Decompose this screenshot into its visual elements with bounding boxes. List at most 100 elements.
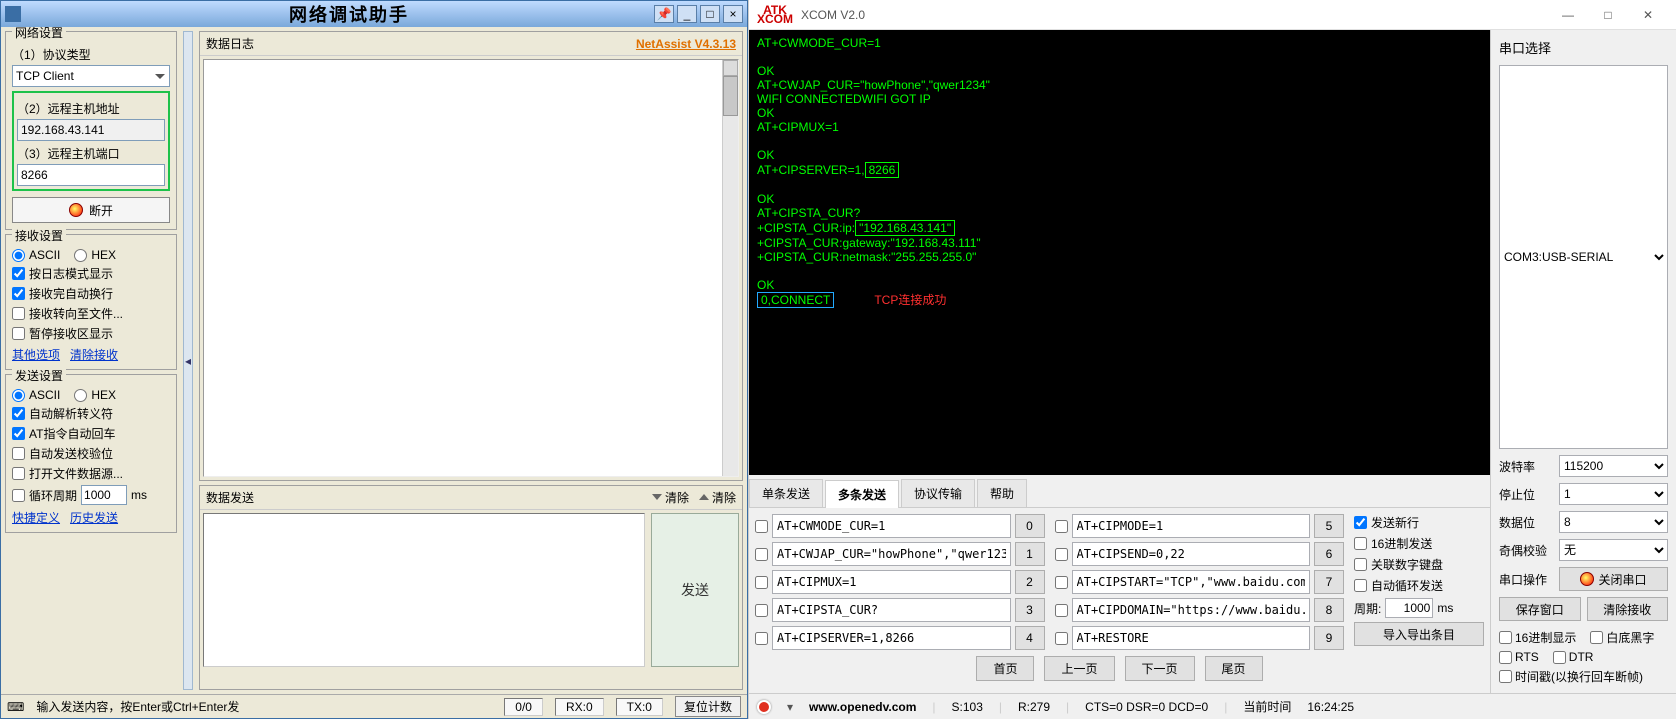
autocycle-checkbox[interactable] [1354,579,1367,592]
scroll-thumb[interactable] [723,76,738,116]
multi-row-checkbox[interactable] [755,576,768,589]
log-mode-checkbox[interactable] [12,267,25,280]
timestamp-checkbox[interactable] [1499,670,1512,683]
multi-row-input[interactable] [1072,570,1311,594]
multi-row-input[interactable] [772,570,1011,594]
nav-next-button[interactable]: 下一页 [1125,656,1195,681]
multi-row-checkbox[interactable] [1055,576,1068,589]
multi-row-send-button[interactable]: 6 [1314,542,1344,566]
remote-port-input[interactable] [17,164,165,186]
disconnect-button[interactable]: 断开 [12,197,170,223]
multi-row-checkbox[interactable] [1055,548,1068,561]
multi-row-send-button[interactable]: 8 [1314,598,1344,622]
multi-row-input[interactable] [1072,542,1311,566]
clear-down-button[interactable]: 清除 [652,489,689,506]
parity-select[interactable]: 无 [1559,539,1668,561]
minimize-button[interactable]: _ [677,5,697,23]
minimize-button[interactable]: — [1548,2,1588,28]
multi-row-send-button[interactable]: 7 [1314,570,1344,594]
auto-wrap-checkbox[interactable] [12,287,25,300]
reset-count-button[interactable]: 复位计数 [675,696,741,717]
tab-help[interactable]: 帮助 [977,479,1027,507]
shortcut-link[interactable]: 快捷定义 [12,509,60,526]
multi-row-send-button[interactable]: 0 [1015,514,1045,538]
multi-row-input[interactable] [772,542,1011,566]
multi-row-input[interactable] [1072,598,1311,622]
multi-row-input[interactable] [1072,626,1311,650]
multi-row-checkbox[interactable] [1055,520,1068,533]
pause-recv-checkbox[interactable] [12,327,25,340]
multi-row-checkbox[interactable] [755,548,768,561]
recv-ascii-radio[interactable] [12,249,25,262]
open-file-checkbox[interactable] [12,467,25,480]
white-bg-checkbox[interactable] [1590,631,1603,644]
recv-hex-radio[interactable] [74,249,87,262]
scrollbar[interactable] [722,60,738,476]
numlock-checkbox[interactable] [1354,558,1367,571]
baud-select[interactable]: 115200 [1559,455,1668,477]
maximize-button[interactable]: □ [1588,2,1628,28]
send-textarea[interactable] [203,513,645,667]
at-enter-checkbox[interactable] [12,427,25,440]
collapse-handle[interactable]: ◂ [183,31,193,690]
clear-up-button[interactable]: 清除 [699,489,736,506]
multi-row-send-button[interactable]: 9 [1314,626,1344,650]
period-input[interactable] [1385,598,1433,618]
data-log-area[interactable] [203,59,739,477]
tab-multi[interactable]: 多条发送 [825,480,899,508]
multi-row-checkbox[interactable] [755,520,768,533]
cycle-checkbox[interactable] [12,489,25,502]
maximize-button[interactable]: □ [700,5,720,23]
escape-checkbox[interactable] [12,407,25,420]
status-url[interactable]: www.openedv.com [809,700,916,714]
tab-single[interactable]: 单条发送 [749,479,823,507]
multi-row-checkbox[interactable] [755,604,768,617]
port-select[interactable]: COM3:USB-SERIAL [1499,65,1668,449]
save-window-button[interactable]: 保存窗口 [1499,597,1581,621]
databit-select[interactable]: 8 [1559,511,1668,533]
stopbit-select[interactable]: 1 [1559,483,1668,505]
multi-row-checkbox[interactable] [755,632,768,645]
multi-row-send-button[interactable]: 5 [1314,514,1344,538]
protocol-select[interactable]: TCP Client [12,65,170,87]
send-ascii-radio[interactable] [12,389,25,402]
recv-to-file-checkbox[interactable] [12,307,25,320]
recv-clear-link[interactable]: 清除接收 [70,346,118,363]
history-link[interactable]: 历史发送 [70,509,118,526]
nav-first-button[interactable]: 首页 [976,656,1034,681]
hex-display-checkbox[interactable] [1499,631,1512,644]
tab-protocol[interactable]: 协议传输 [901,479,975,507]
multi-row-send-button[interactable]: 4 [1015,626,1045,650]
terminal-output[interactable]: AT+CWMODE_CUR=1 OK AT+CWJAP_CUR="howPhon… [749,30,1490,475]
send-hex-checkbox[interactable] [1354,537,1367,550]
nav-prev-button[interactable]: 上一页 [1044,656,1114,681]
multi-row-checkbox[interactable] [1055,604,1068,617]
import-export-button[interactable]: 导入导出条目 [1354,622,1484,646]
rts-checkbox[interactable] [1499,651,1512,664]
multi-row-input[interactable] [772,598,1011,622]
nav-last-button[interactable]: 尾页 [1205,656,1263,681]
auto-checksum-checkbox[interactable] [12,447,25,460]
cycle-period-input[interactable] [81,485,127,505]
dropdown-icon[interactable]: ▾ [787,700,793,714]
clear-recv-button[interactable]: 清除接收 [1587,597,1669,621]
send-newline-checkbox[interactable] [1354,516,1367,529]
multi-row-send-button[interactable]: 3 [1015,598,1045,622]
version-link[interactable]: NetAssist V4.3.13 [636,37,736,51]
pin-button[interactable]: 📌 [654,5,674,23]
dtr-checkbox[interactable] [1553,651,1566,664]
send-button[interactable]: 发送 [651,513,739,667]
multi-row-input[interactable] [772,626,1011,650]
close-button[interactable]: ✕ [1628,2,1668,28]
multi-row-send-button[interactable]: 1 [1015,542,1045,566]
close-button[interactable]: × [723,5,743,23]
multi-row-input[interactable] [772,514,1011,538]
multi-row-input[interactable] [1072,514,1311,538]
multi-row-send-button[interactable]: 2 [1015,570,1045,594]
close-port-button[interactable]: 关闭串口 [1559,567,1668,591]
remote-host-input[interactable] [17,119,165,141]
send-hex-radio[interactable] [74,389,87,402]
scroll-up-button[interactable] [723,60,738,76]
recv-other-link[interactable]: 其他选项 [12,346,60,363]
multi-row-checkbox[interactable] [1055,632,1068,645]
